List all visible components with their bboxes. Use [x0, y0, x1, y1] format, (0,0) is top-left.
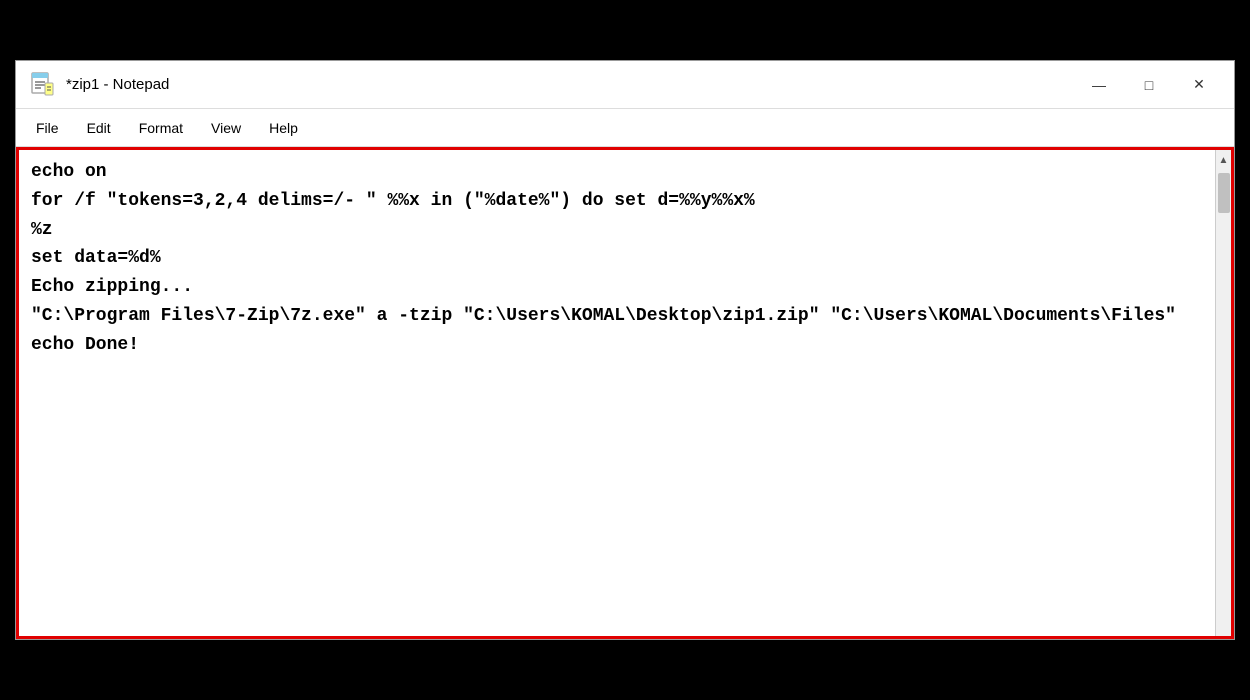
notepad-window: *zip1 - Notepad — □ ✕ File Edit Format V…	[15, 60, 1235, 640]
editor-textarea[interactable]	[19, 150, 1215, 636]
scroll-up-arrow[interactable]: ▲	[1216, 152, 1232, 169]
menu-view[interactable]: View	[199, 116, 253, 140]
menu-help[interactable]: Help	[257, 116, 310, 140]
scrollbar-thumb[interactable]	[1218, 173, 1230, 213]
title-bar-controls: — □ ✕	[1076, 69, 1222, 101]
close-button[interactable]: ✕	[1176, 69, 1222, 101]
title-bar-left: *zip1 - Notepad	[28, 71, 169, 99]
maximize-button[interactable]: □	[1126, 69, 1172, 101]
title-bar: *zip1 - Notepad — □ ✕	[16, 61, 1234, 109]
menu-format[interactable]: Format	[127, 116, 195, 140]
menu-edit[interactable]: Edit	[75, 116, 123, 140]
menu-file[interactable]: File	[24, 116, 71, 140]
window-title: *zip1 - Notepad	[66, 76, 169, 93]
notepad-icon	[28, 71, 56, 99]
content-area: ▲	[16, 147, 1234, 639]
minimize-button[interactable]: —	[1076, 69, 1122, 101]
scrollbar[interactable]: ▲	[1215, 150, 1231, 636]
menu-bar: File Edit Format View Help	[16, 109, 1234, 147]
